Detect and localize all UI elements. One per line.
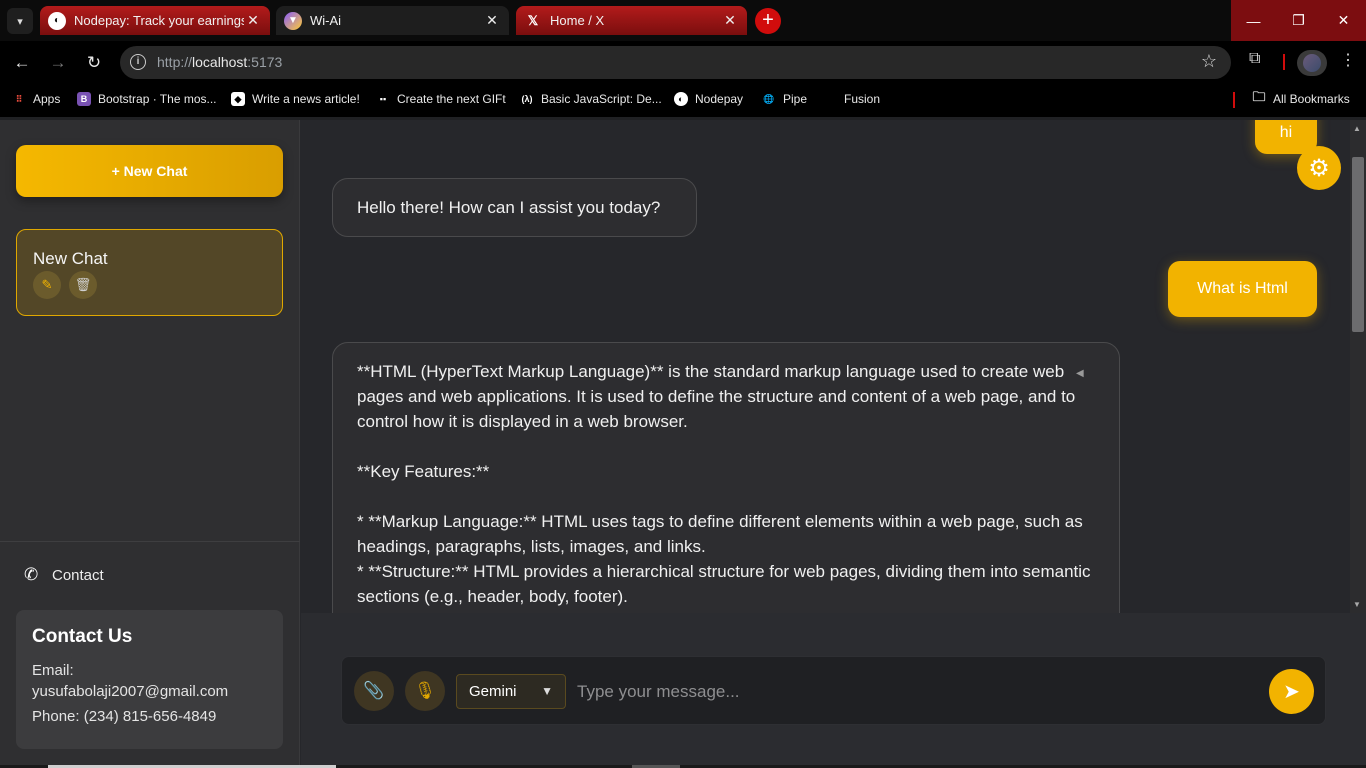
tab-title: Nodepay: Track your earnings <box>74 13 244 28</box>
vite-favicon-icon: ▼ <box>284 11 302 30</box>
fcc-icon: (λ) <box>521 94 533 104</box>
bookmarks-bar: ⠿ Apps B Bootstrap · The mos... ◆ Write a n… <box>0 83 1366 117</box>
chat-scrollbar[interactable]: ▲ ▼ <box>1350 120 1366 613</box>
bookmark-javascript[interactable]: (λ) Basic JavaScript: De... <box>520 92 662 106</box>
url-text[interactable]: http://localhost:5173 <box>157 54 282 70</box>
tab-close-icon[interactable]: ✕ <box>483 12 501 29</box>
bookmark-write-article[interactable]: ◆ Write a news article! <box>231 92 360 106</box>
globe-icon: 🌐 <box>763 93 775 104</box>
browser-toolbar: ← → ↻ i http://localhost:5173 ☆ ⧉ ⋮ <box>0 41 1366 83</box>
settings-gear-icon[interactable]: ⚙ <box>1297 146 1341 190</box>
contact-link[interactable]: ✆ Contact <box>24 565 104 585</box>
bookmark-gift[interactable]: ▪▪ Create the next GIFt <box>376 92 506 106</box>
send-icon: ➤ <box>1283 681 1300 703</box>
chat-item-name: New Chat <box>33 249 108 268</box>
bookmark-pipe[interactable]: 🌐 Pipe <box>762 92 807 106</box>
tab-wi-ai[interactable]: ▼ Wi-Ai ✕ <box>276 6 509 35</box>
phone-icon: ✆ <box>24 565 39 584</box>
contact-card: Contact Us Email: yusufabolaji2007@gmail… <box>16 610 283 749</box>
all-bookmarks[interactable]: 🗀 All Bookmarks <box>1252 89 1349 106</box>
contact-email: yusufabolaji2007@gmail.com <box>32 683 229 700</box>
bookmark-apps[interactable]: ⠿ Apps <box>12 92 61 106</box>
chevron-down-icon: ▼ <box>541 684 553 698</box>
chat-list-item[interactable]: New Chat ✎ 🗑 <box>16 229 283 316</box>
tab-close-icon[interactable]: ✕ <box>721 12 739 29</box>
contact-phone: Phone: (234) 815-656-4849 <box>32 708 217 725</box>
menu-kebab-icon[interactable]: ⋮ <box>1340 50 1356 70</box>
gift-icon: ▪▪ <box>379 94 387 104</box>
tab-close-icon[interactable]: ✕ <box>244 12 262 29</box>
scroll-down-icon[interactable]: ▼ <box>1353 600 1361 609</box>
close-window-icon[interactable]: ✕ <box>1321 0 1366 41</box>
new-chat-button[interactable]: + New Chat <box>16 145 283 197</box>
bookmark-nodepay[interactable]: ◐ Nodepay <box>674 92 743 106</box>
new-tab-button[interactable]: + <box>755 8 781 34</box>
x-logo-icon: 𝕏 <box>527 12 539 28</box>
address-bar[interactable]: i http://localhost:5173 ☆ <box>120 46 1231 79</box>
scroll-up-icon[interactable]: ▲ <box>1353 124 1361 133</box>
sidebar-divider <box>0 541 300 542</box>
bookmarks-divider <box>1233 92 1235 108</box>
speaker-icon[interactable]: ◀ <box>1076 368 1084 379</box>
user-message: What is Html <box>1168 261 1317 317</box>
tab-search-icon[interactable]: ▾ <box>7 8 33 34</box>
article-icon: ◆ <box>231 92 245 106</box>
composer-area: 📎 🎙 Gemini ▼ ➤ <box>301 613 1366 768</box>
toolbar-divider <box>1283 54 1285 70</box>
chat-app: + New Chat New Chat ✎ 🗑 ✆ Contact Contac… <box>0 120 1366 768</box>
nodepay-favicon-icon: ◐ <box>48 11 66 30</box>
paperclip-icon[interactable]: 📎 <box>354 671 394 711</box>
tab-home-x[interactable]: 𝕏 Home / X ✕ <box>516 6 747 35</box>
chat-messages: hi Hello there! How can I assist you tod… <box>301 120 1350 613</box>
model-select[interactable]: Gemini ▼ <box>456 674 566 709</box>
bookmark-bootstrap[interactable]: B Bootstrap · The mos... <box>77 92 217 106</box>
trash-icon[interactable]: 🗑 <box>69 271 97 299</box>
bot-message-text: **HTML (HyperText Markup Language)** is … <box>357 362 1091 606</box>
bookmark-fusion[interactable]: Fusion <box>823 92 880 106</box>
pencil-edit-icon[interactable]: ✎ <box>33 271 61 299</box>
bookmark-star-icon[interactable]: ☆ <box>1201 51 1217 72</box>
browser-tab-bar: ▾ ◐ Nodepay: Track your earnings ✕ ▼ Wi-… <box>0 0 1366 41</box>
bot-message: **HTML (HyperText Markup Language)** is … <box>332 342 1120 613</box>
folder-icon: 🗀 <box>1252 89 1266 104</box>
tab-nodepay[interactable]: ◐ Nodepay: Track your earnings ✕ <box>40 6 270 35</box>
send-button[interactable]: ➤ <box>1269 669 1314 714</box>
minimize-icon[interactable]: — <box>1231 0 1276 41</box>
message-input[interactable] <box>577 675 1257 708</box>
scrollbar-thumb[interactable] <box>1352 157 1364 332</box>
apps-grid-icon: ⠿ <box>15 93 23 104</box>
site-info-icon[interactable]: i <box>130 54 146 70</box>
tab-title: Home / X <box>550 13 605 28</box>
blank-icon <box>823 92 837 106</box>
forward-arrow-icon[interactable]: → <box>44 49 72 77</box>
sidebar: + New Chat New Chat ✎ 🗑 ✆ Contact Contac… <box>0 120 300 768</box>
reload-icon[interactable]: ↻ <box>80 49 108 77</box>
microphone-icon[interactable]: 🎙 <box>405 671 445 711</box>
contact-card-title: Contact Us <box>32 626 133 647</box>
bot-message: Hello there! How can I assist you today? <box>332 178 697 237</box>
contact-email-label: Email: <box>32 662 74 679</box>
restore-icon[interactable]: ❐ <box>1276 0 1321 41</box>
back-arrow-icon[interactable]: ← <box>8 49 36 77</box>
extensions-icon[interactable]: ⧉ <box>1249 50 1260 68</box>
nodepay-icon: ◐ <box>674 92 688 106</box>
tab-title: Wi-Ai <box>310 13 342 28</box>
composer: 📎 🎙 Gemini ▼ ➤ <box>341 656 1326 725</box>
bootstrap-icon: B <box>77 92 91 106</box>
profile-avatar[interactable] <box>1297 50 1327 76</box>
window-controls: — ❐ ✕ <box>1231 0 1366 41</box>
